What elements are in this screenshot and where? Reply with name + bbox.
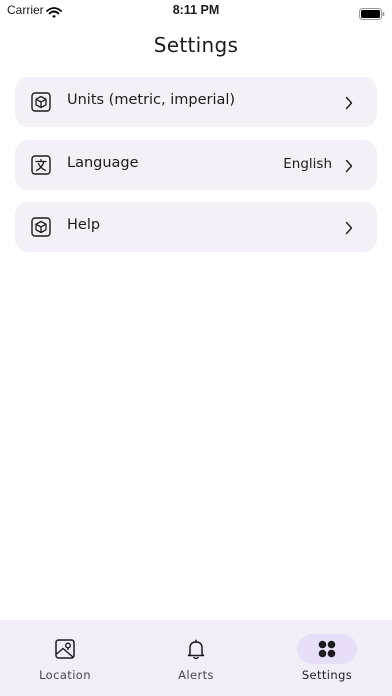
cube-icon	[31, 217, 51, 237]
settings-item-label: Help	[67, 217, 101, 233]
nav-item-alerts[interactable]: Alerts	[131, 620, 261, 696]
grid-icon	[316, 638, 338, 660]
settings-item-language[interactable]: Language English	[15, 140, 377, 190]
bottom-navigation: Location Alerts Settings	[0, 620, 392, 696]
nav-label: Alerts	[178, 668, 214, 682]
nav-label: Location	[39, 668, 91, 682]
settings-item-value: English	[283, 156, 332, 172]
translate-icon	[31, 155, 51, 175]
chevron-right-icon	[345, 220, 353, 235]
chevron-right-icon	[345, 95, 353, 110]
status-time: 8:11 PM	[172, 3, 220, 17]
chevron-right-icon	[345, 158, 353, 173]
settings-item-units[interactable]: Units (metric, imperial)	[15, 77, 377, 127]
settings-item-label: Language	[67, 155, 139, 171]
nav-label: Settings	[301, 668, 353, 682]
bell-icon	[185, 638, 207, 660]
battery-icon	[359, 5, 385, 24]
nav-item-settings[interactable]: Settings	[262, 620, 392, 696]
map-location-icon	[54, 638, 76, 660]
status-bar: Carrier 8:11 PM	[0, 0, 392, 22]
page-title: Settings	[153, 33, 239, 57]
settings-item-help[interactable]: Help	[15, 202, 377, 252]
cube-icon	[31, 92, 51, 112]
settings-item-label: Units (metric, imperial)	[67, 92, 236, 108]
nav-item-location[interactable]: Location	[0, 620, 130, 696]
